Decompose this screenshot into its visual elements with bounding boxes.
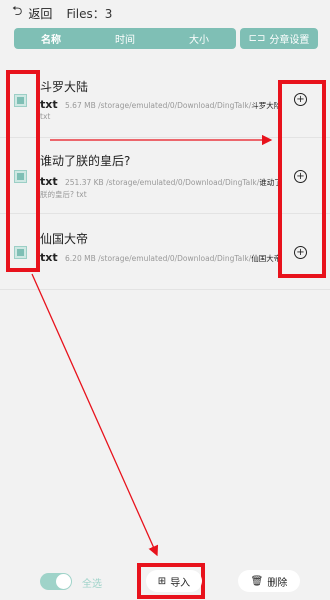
add-buttons-highlight-box bbox=[278, 80, 326, 278]
file-size: 251.37 KB bbox=[65, 178, 104, 187]
settings-label: 分章设置 bbox=[269, 35, 310, 46]
import-button[interactable]: ⊞ 导入 bbox=[146, 570, 202, 592]
file-meta: txt 251.37 KB /storage/emulated/0/Downlo… bbox=[40, 175, 284, 188]
select-all-toggle[interactable] bbox=[40, 573, 72, 590]
sort-tabs: 名称 时间 大小 bbox=[14, 28, 236, 49]
file-meta: txt 6.20 MB /storage/emulated/0/Download… bbox=[40, 251, 284, 264]
file-ext: txt bbox=[40, 98, 58, 111]
select-all-label: 全选 bbox=[82, 579, 102, 590]
trash-icon: 🗑 bbox=[250, 575, 264, 587]
file-size: 5.67 MB bbox=[65, 101, 96, 110]
file-ext: txt bbox=[40, 251, 58, 264]
tab-time[interactable]: 时间 bbox=[107, 31, 143, 46]
back-button[interactable]: 返回 bbox=[28, 5, 52, 22]
bottom-bar: 全选 ⊞ 导入 🗑 删除 bbox=[0, 566, 330, 598]
file-path-tail: 斗罗大陆 bbox=[251, 101, 282, 110]
file-meta: txt 5.67 MB /storage/emulated/0/Download… bbox=[40, 98, 284, 111]
import-label: 导入 bbox=[170, 577, 191, 589]
file-ext: txt bbox=[40, 175, 58, 188]
file-title: 仙国大帝 bbox=[40, 232, 89, 246]
file-title: 谁动了朕的皇后? bbox=[40, 154, 131, 168]
chapter-settings-button[interactable]: ⊏⊐ 分章设置 bbox=[240, 28, 318, 49]
file-size: 6.20 MB bbox=[65, 254, 96, 263]
back-arrow-icon[interactable]: ⮌ bbox=[12, 2, 22, 24]
split-icon: ⊏⊐ bbox=[248, 33, 266, 44]
delete-label: 删除 bbox=[267, 577, 288, 589]
file-sub: 朕的皇后? txt bbox=[40, 190, 87, 199]
file-title: 斗罗大陆 bbox=[40, 80, 89, 94]
file-sub: txt bbox=[40, 112, 51, 121]
file-path: /storage/emulated/0/Download/DingTalk/ bbox=[98, 101, 252, 110]
file-path-tail: 仙国大帝 bbox=[251, 254, 282, 263]
checkbox-highlight-box bbox=[6, 70, 40, 272]
tab-name[interactable]: 名称 bbox=[33, 31, 69, 46]
arrow-to-import bbox=[31, 273, 159, 557]
folder-plus-icon: ⊞ bbox=[157, 575, 167, 587]
files-count: Files：3 bbox=[66, 6, 113, 21]
delete-button[interactable]: 🗑 删除 bbox=[238, 570, 300, 592]
top-bar: ⮌ 返回 Files：3 bbox=[0, 0, 330, 26]
file-path: /storage/emulated/0/Download/DingTalk/ bbox=[98, 254, 252, 263]
tab-size[interactable]: 大小 bbox=[181, 31, 217, 46]
file-path: /storage/emulated/0/Download/DingTalk/ bbox=[106, 178, 260, 187]
